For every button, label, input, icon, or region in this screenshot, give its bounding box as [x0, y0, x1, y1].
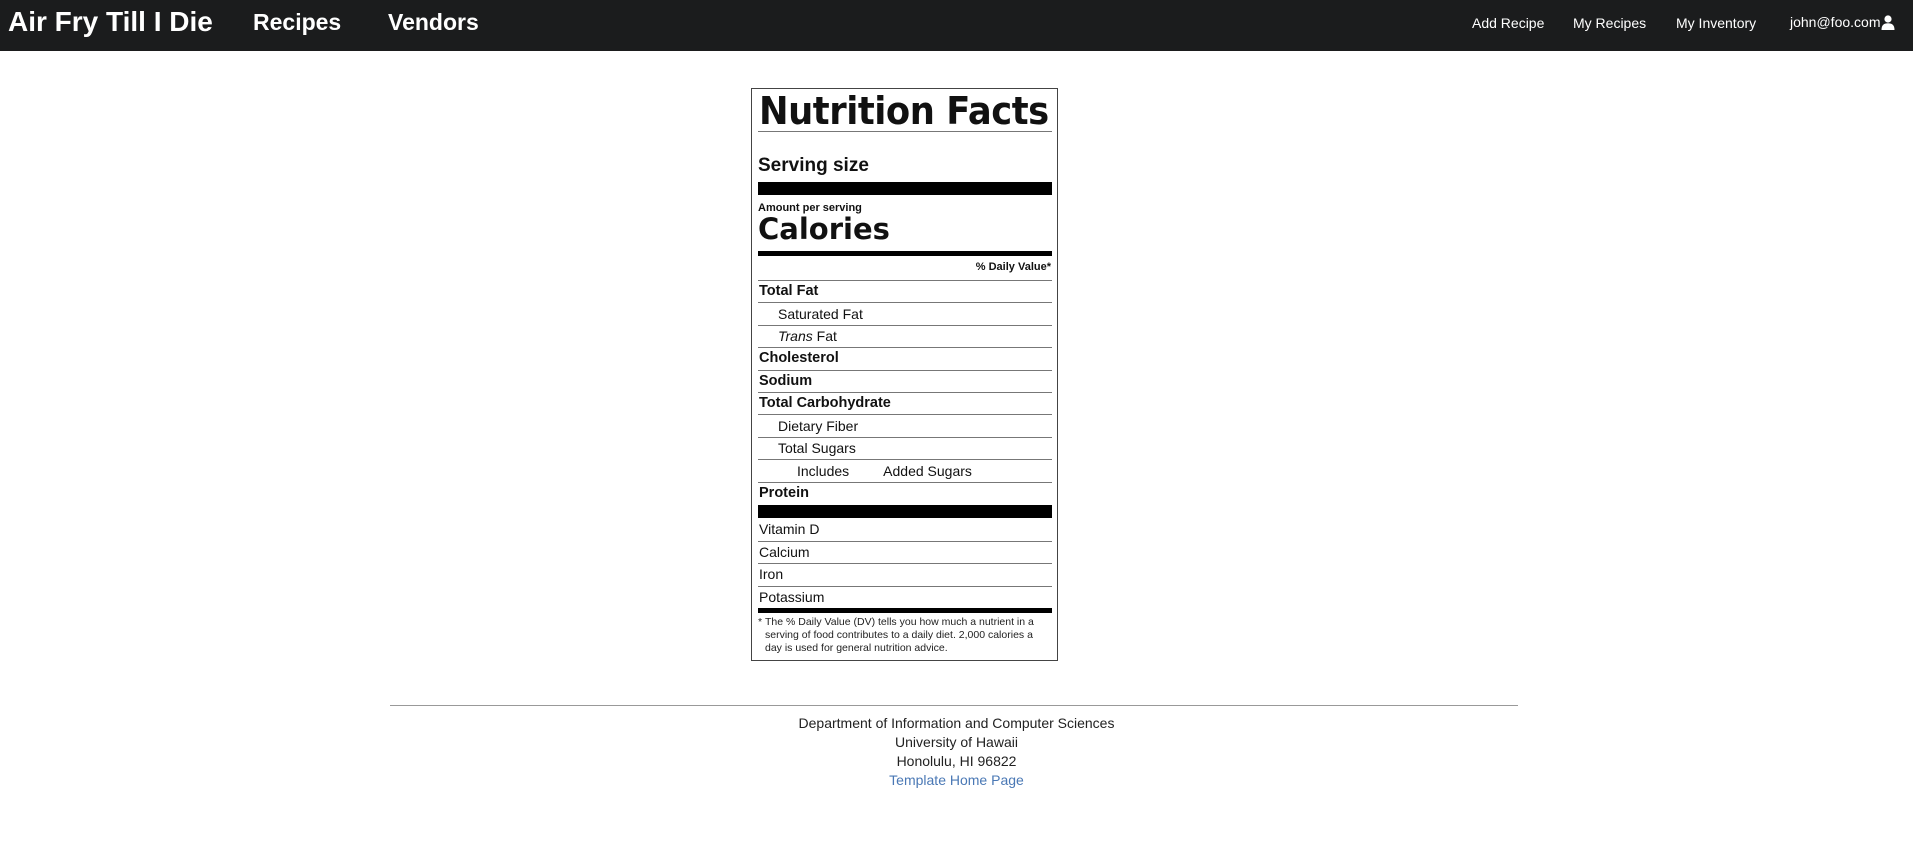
protein-row: Protein	[759, 485, 809, 501]
trans-label: Trans	[778, 328, 813, 344]
user-email: john@foo.com	[1790, 14, 1881, 30]
vitamin-d-row: Vitamin D	[759, 521, 820, 537]
fat-label: Fat	[812, 328, 837, 344]
added-sugars-label: Added Sugars	[883, 463, 972, 479]
sodium-row: Sodium	[759, 373, 813, 389]
divider	[758, 325, 1052, 326]
saturated-fat-row: Saturated Fat	[778, 306, 863, 322]
nav-my-inventory-link[interactable]: My Inventory	[1676, 15, 1756, 31]
daily-value-header: % Daily Value*	[975, 261, 1051, 273]
serving-size-label: Serving size	[758, 155, 869, 176]
divider	[758, 541, 1052, 542]
trans-fat-row: Trans Fat	[778, 327, 837, 345]
nutrition-facts-label: Nutrition Facts Serving size Amount per …	[751, 88, 1058, 661]
medium-divider	[758, 608, 1052, 613]
calories-label: Calories	[758, 212, 890, 246]
includes-label: Includes	[797, 463, 850, 479]
total-sugars-row: Total Sugars	[778, 440, 856, 456]
medium-divider	[758, 251, 1052, 256]
user-icon	[1881, 14, 1895, 30]
nutrition-title: Nutrition Facts	[759, 89, 1049, 133]
cholesterol-row: Cholesterol	[759, 350, 839, 366]
divider	[758, 347, 1052, 348]
footer-university: University of Hawaii	[895, 734, 1018, 750]
daily-value-footnote: * The % Daily Value (DV) tells you how m…	[758, 616, 1052, 655]
nav-recipes-link[interactable]: Recipes	[253, 9, 341, 36]
divider	[758, 302, 1052, 303]
thick-divider	[758, 182, 1052, 195]
user-dropdown[interactable]: john@foo.com	[1790, 14, 1895, 30]
footnote-star: *	[758, 616, 763, 628]
divider	[758, 482, 1052, 483]
nav-add-recipe-link[interactable]: Add Recipe	[1472, 15, 1544, 31]
thick-divider	[758, 505, 1052, 518]
divider	[758, 459, 1052, 460]
divider	[758, 392, 1052, 393]
total-carbohydrate-row: Total Carbohydrate	[759, 395, 891, 411]
brand-link[interactable]: Air Fry Till I Die	[8, 6, 213, 38]
footer-divider	[390, 705, 1518, 706]
divider	[758, 586, 1052, 587]
footer-address: Honolulu, HI 96822	[896, 753, 1017, 769]
divider	[758, 280, 1052, 281]
divider	[758, 563, 1052, 564]
divider	[758, 437, 1052, 438]
footnote-text: The % Daily Value (DV) tells you how muc…	[765, 616, 1034, 654]
nav-my-recipes-link[interactable]: My Recipes	[1573, 15, 1646, 31]
divider	[758, 131, 1052, 132]
template-home-link[interactable]: Template Home Page	[889, 772, 1024, 788]
iron-row: Iron	[759, 566, 784, 582]
added-sugars-row: Includes Added Sugars	[797, 462, 972, 480]
footer-department: Department of Information and Computer S…	[798, 715, 1115, 731]
calcium-row: Calcium	[759, 544, 810, 560]
divider	[758, 414, 1052, 415]
nav-vendors-link[interactable]: Vendors	[388, 9, 479, 36]
potassium-row: Potassium	[759, 589, 825, 605]
dietary-fiber-row: Dietary Fiber	[778, 418, 859, 434]
page-footer: Department of Information and Computer S…	[0, 714, 1913, 790]
top-navbar: Air Fry Till I Die Recipes Vendors Add R…	[0, 0, 1913, 51]
divider	[758, 370, 1052, 371]
total-fat-row: Total Fat	[759, 283, 819, 299]
